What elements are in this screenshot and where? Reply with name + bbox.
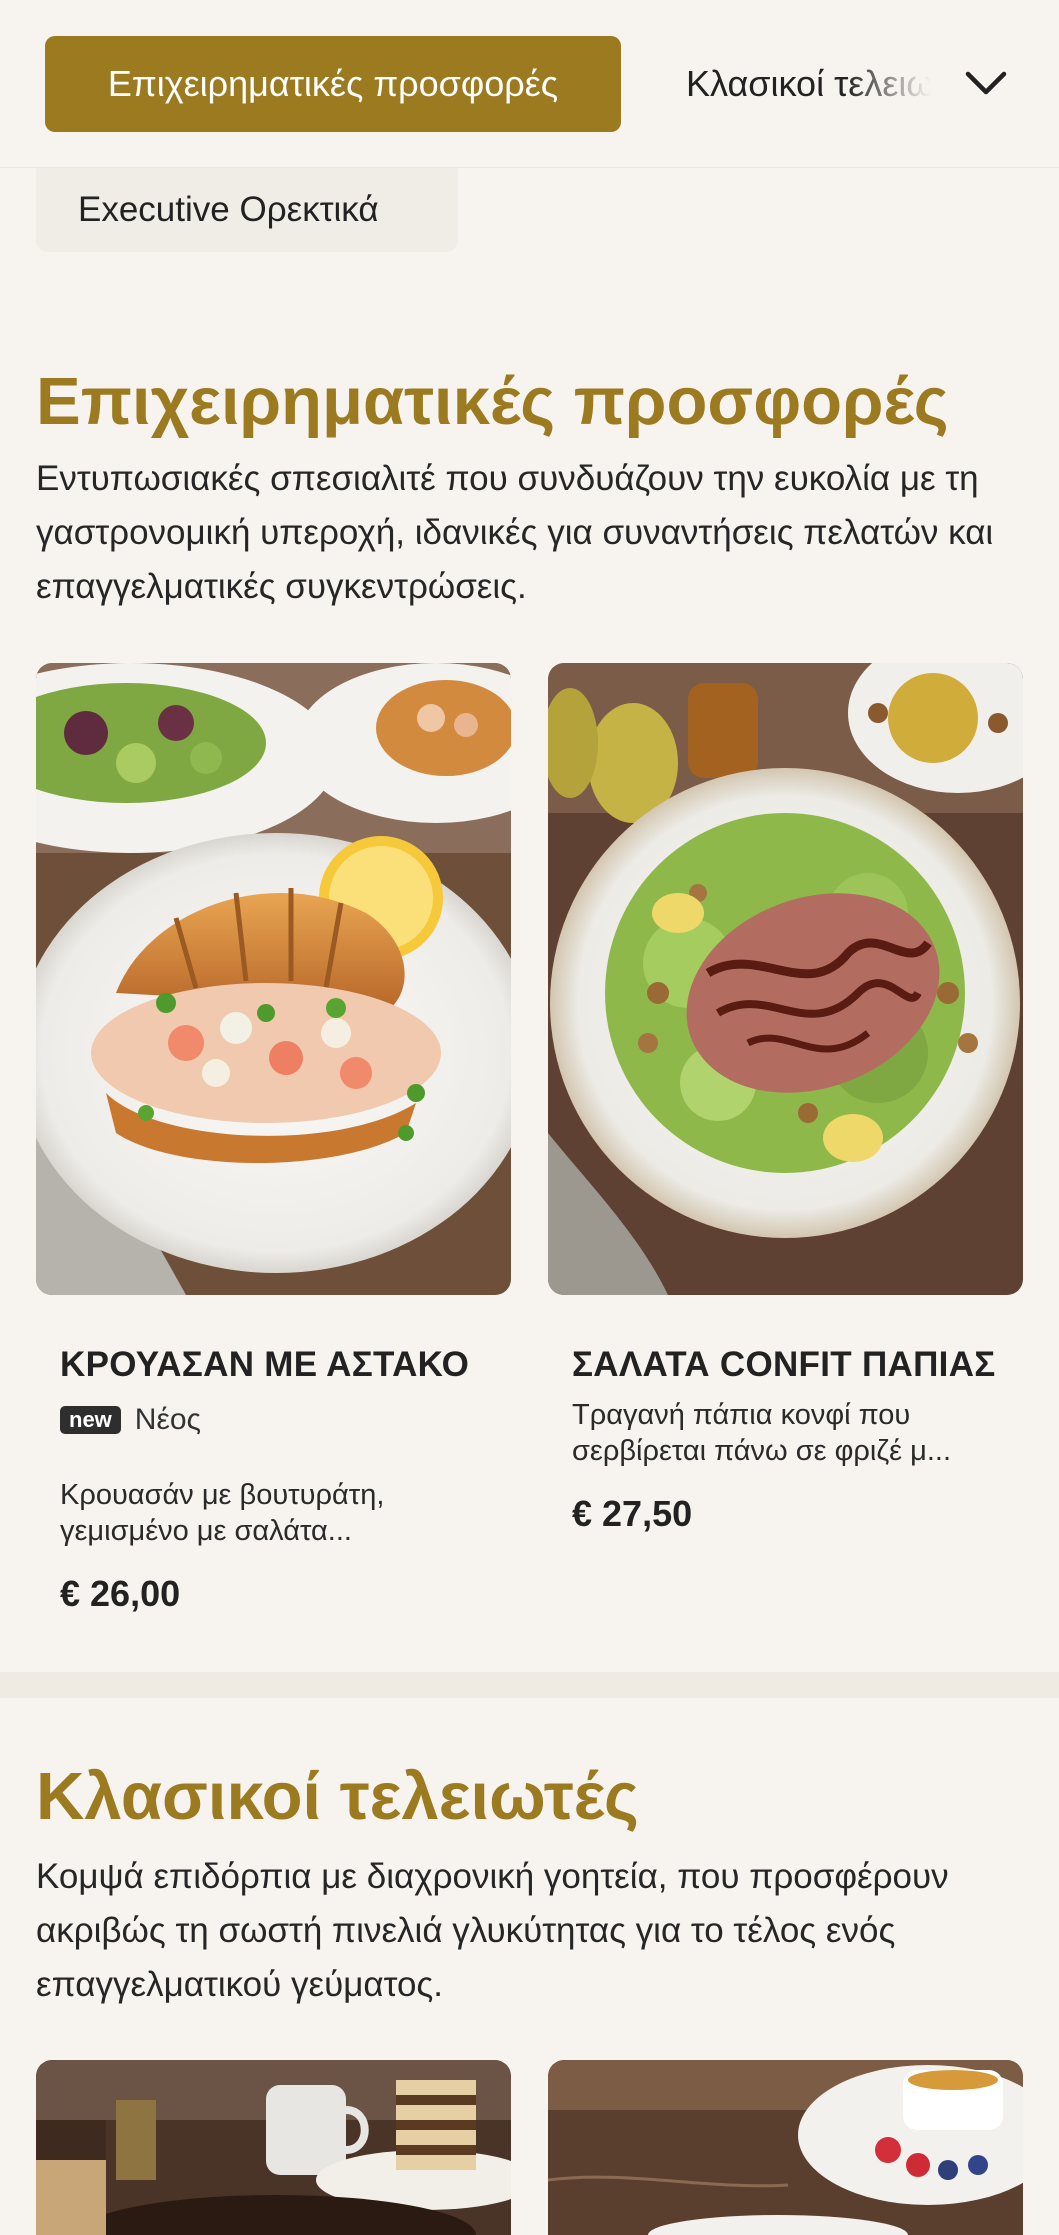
dish-description: Κρουασάν με βουτυράτη, γεμισμένο με σαλά… — [60, 1479, 385, 1547]
dish-image — [548, 2060, 1023, 2235]
menu-item-card[interactable] — [36, 2060, 511, 2235]
menu-item-card[interactable]: ΚΡΟΥΑΣΑΝ ΜΕ ΑΣΤΑΚΟ new Νέος Κρουασάν με … — [36, 663, 511, 1623]
dish-description: Τραγανή πάπια κονφί που σερβίρεται πάνω … — [572, 1399, 952, 1467]
dish-info: ΚΡΟΥΑΣΑΝ ΜΕ ΑΣΤΑΚΟ new Νέος Κρουασάν με … — [60, 1341, 490, 1615]
dish-price: € 26,00 — [60, 1573, 181, 1614]
menu-item-card[interactable]: ΣΑΛΑΤΑ CONFIT ΠΑΠΙΑΣ Τραγανή πάπια κονφί… — [548, 663, 1023, 1623]
dish-price: € 27,50 — [572, 1493, 693, 1534]
tab-business-offers[interactable]: Επιχειρηματικές προσφορές — [45, 36, 621, 132]
section-divider — [0, 1672, 1059, 1698]
dish-image — [548, 663, 1023, 1295]
section-description: Κομψά επιδόρπια με διαχρονική γοητεία, π… — [36, 1857, 949, 2004]
section-title: Επιχειρηματικές προσφορές — [36, 364, 949, 439]
chevron-down-icon[interactable] — [958, 56, 1014, 112]
new-badge-row: new Νέος — [60, 1403, 490, 1437]
dish-name: ΣΑΛΑΤΑ CONFIT ΠΑΠΙΑΣ — [572, 1345, 996, 1384]
category-bar: Επιχειρηματικές προσφορές Κλασικοί τελει… — [0, 0, 1059, 168]
dish-image — [36, 2060, 511, 2235]
section-title: Κλασικοί τελειωτές — [36, 1759, 639, 1834]
new-badge-label: Νέος — [134, 1403, 201, 1436]
tab-fade-overlay — [846, 36, 946, 132]
dish-info: ΣΑΛΑΤΑ CONFIT ΠΑΠΙΑΣ Τραγανή πάπια κονφί… — [572, 1341, 1002, 1535]
section-description: Εντυπωσιακές σπεσιαλιτέ που συνδυάζουν τ… — [36, 459, 994, 606]
menu-item-card[interactable] — [548, 2060, 1023, 2235]
subcategory-chip[interactable]: Executive Ορεκτικά — [36, 168, 458, 252]
dish-name: ΚΡΟΥΑΣΑΝ ΜΕ ΑΣΤΑΚΟ — [60, 1345, 470, 1384]
new-badge: new — [60, 1406, 121, 1434]
dish-image — [36, 663, 511, 1295]
